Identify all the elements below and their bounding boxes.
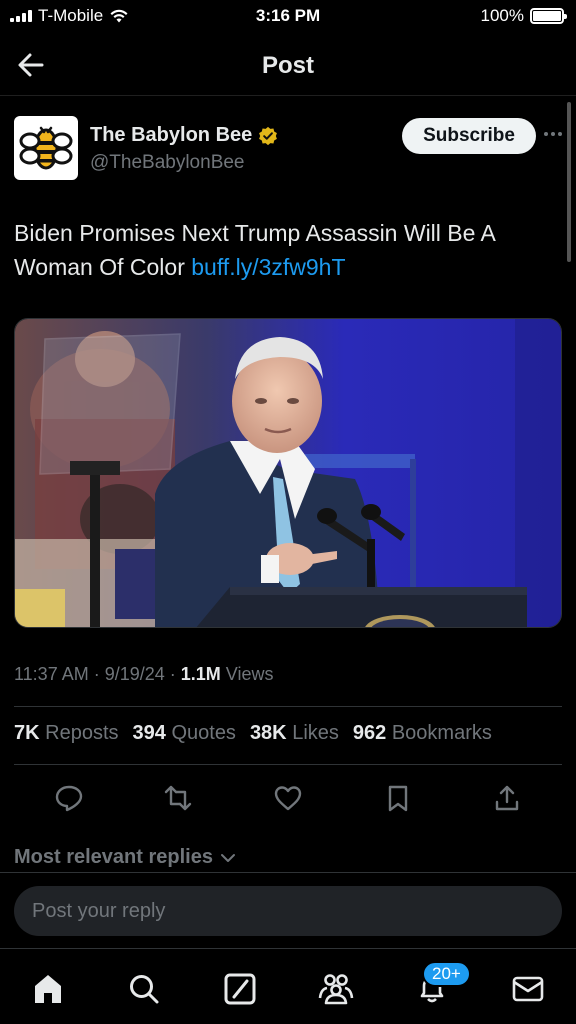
post-meta: 11:37 AM · 9/19/24 · 1.1M Views — [14, 664, 274, 685]
notifications-badge: 20+ — [422, 961, 471, 987]
post-link[interactable]: buff.ly/3zfw9hT — [191, 254, 345, 280]
bottom-nav: 20+ — [0, 948, 576, 1024]
post-author: The Babylon Bee @TheBabylonBee Subscribe — [14, 116, 562, 182]
header: Post — [0, 32, 576, 96]
views-count: 1.1M — [180, 664, 221, 684]
replies-sort-label: Most relevant replies — [14, 846, 213, 868]
author-name-text: The Babylon Bee — [90, 124, 253, 146]
more-icon[interactable] — [544, 124, 568, 144]
search-icon — [130, 975, 159, 1004]
divider — [0, 872, 576, 873]
stat-count: 38K — [249, 722, 287, 744]
stat-label: Quotes — [171, 722, 236, 744]
battery-icon — [530, 8, 567, 24]
replies-sort-dropdown[interactable]: Most relevant replies — [14, 846, 237, 869]
nav-home[interactable] — [28, 969, 68, 1009]
status-right: 100% — [480, 6, 567, 26]
status-bar: T-Mobile 3:16 PM 100% — [0, 0, 576, 32]
avatar[interactable] — [14, 116, 78, 180]
page-title: Post — [261, 52, 314, 79]
nav-grok[interactable] — [220, 969, 260, 1009]
battery-percent: 100% — [480, 6, 524, 25]
bookmark-button[interactable] — [380, 780, 416, 816]
bookmark-icon — [388, 785, 407, 812]
author-name[interactable]: The Babylon Bee — [90, 124, 278, 147]
stat-count: 7K — [14, 722, 40, 744]
reply-button[interactable] — [51, 780, 87, 816]
stat-reposts[interactable]: 7K Reposts — [14, 722, 119, 745]
grok-icon — [224, 973, 256, 1005]
post-timestamp: 11:37 AM · 9/19/24 · — [14, 664, 181, 684]
like-button[interactable] — [270, 780, 306, 816]
stat-likes[interactable]: 38K Likes — [250, 722, 339, 745]
post-text: Biden Promises Next Trump Assassin Will … — [14, 216, 546, 284]
nav-search[interactable] — [124, 969, 164, 1009]
post-actions — [14, 778, 562, 818]
post-stats: 7K Reposts 394 Quotes 38K Likes 962 Book… — [14, 722, 562, 745]
post-image[interactable] — [14, 318, 562, 628]
reply-input[interactable]: Post your reply — [14, 886, 562, 936]
nav-notifications[interactable]: 20+ — [412, 961, 471, 1009]
home-icon — [35, 975, 61, 1003]
divider — [14, 764, 562, 765]
stat-quotes[interactable]: 394 Quotes — [133, 722, 236, 745]
chevron-down-icon — [220, 853, 235, 862]
share-button[interactable] — [489, 780, 525, 816]
author-handle[interactable]: @TheBabylonBee — [90, 152, 245, 174]
stat-count: 394 — [132, 722, 166, 744]
stat-bookmarks[interactable]: 962 Bookmarks — [353, 722, 492, 745]
heart-icon — [274, 786, 302, 811]
bee-logo-icon — [19, 126, 73, 170]
communities-icon — [318, 974, 354, 1005]
share-icon — [495, 785, 519, 811]
repost-icon — [165, 785, 192, 811]
stat-label: Reposts — [45, 722, 119, 744]
reply-icon — [55, 785, 82, 812]
nav-messages[interactable] — [508, 969, 548, 1009]
mail-icon — [512, 976, 544, 1002]
post-photo — [15, 319, 561, 627]
nav-communities[interactable] — [316, 969, 356, 1009]
stat-label: Likes — [292, 722, 339, 744]
divider — [14, 706, 562, 707]
verified-badge-icon — [259, 126, 278, 145]
repost-button[interactable] — [160, 780, 196, 816]
stat-label: Bookmarks — [391, 722, 492, 744]
subscribe-button[interactable]: Subscribe — [402, 118, 536, 154]
stat-count: 962 — [352, 722, 387, 744]
views-label: Views — [220, 664, 274, 684]
